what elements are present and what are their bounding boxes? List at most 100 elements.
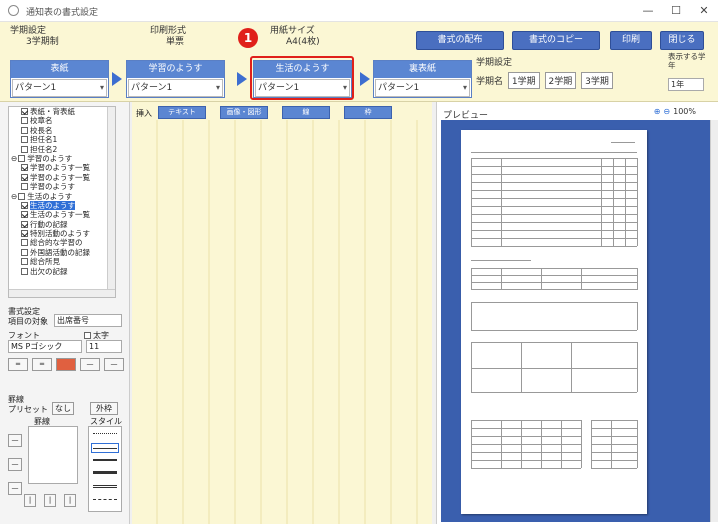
tree-item[interactable]: 出欠の記録 [9,267,115,276]
tree-item[interactable]: 校長名 [9,126,115,135]
tree-item-label: 校長名 [30,125,53,135]
tree-checkbox[interactable] [21,145,28,153]
display-grade-select[interactable]: 1年 [668,78,704,91]
line-style-dotted[interactable] [93,433,117,434]
insert-frame-button[interactable]: 枠 [344,106,392,119]
insert-image-button[interactable]: 画像・図形 [220,106,268,119]
distribute-format-button[interactable]: 書式の配布 [416,31,504,50]
border-middle-icon[interactable]: — [8,458,22,471]
print-button[interactable]: 印刷 [610,31,652,50]
print-format-label: 印刷形式 [150,26,187,36]
tree-checkbox[interactable] [21,126,28,134]
tree-vertical-scrollbar[interactable] [107,107,115,297]
preset-none-button[interactable]: なし [52,402,74,415]
preview-scrollbar[interactable] [710,120,718,522]
tree-item[interactable]: 行動の記録 [9,220,115,229]
tree-item[interactable]: ⊖ 学習のようす [9,154,115,163]
tree-horizontal-scrollbar[interactable] [9,289,115,297]
align-right-icon[interactable]: — [80,358,100,371]
collapse-icon[interactable]: ⊖ [11,192,17,201]
preset-outer-button[interactable]: 外枠 [90,402,118,415]
grade-2-field[interactable]: 2学期 [544,72,577,89]
preview-rule [471,289,637,290]
tree-item[interactable]: ⊖ 生活のようす [9,192,115,201]
zoom-value[interactable]: 100% [673,107,696,116]
border-left-icon[interactable]: | [24,494,36,507]
tree-checkbox[interactable] [18,192,26,200]
tree-item-label: 学習のようす [27,153,73,163]
indent-icon[interactable]: — [104,358,124,371]
preview-rule [625,158,626,246]
align-left-icon[interactable]: ═ [8,358,28,371]
grade-3-field[interactable]: 3学期 [581,72,613,89]
grade-1-field[interactable]: 1学期 [507,72,540,89]
border-center-icon[interactable]: | [44,494,56,507]
tree-item[interactable]: 担任名1 [9,135,115,144]
line-style-medium[interactable] [93,459,117,461]
line-style-thick[interactable] [93,471,117,474]
layout-grid[interactable] [132,120,432,524]
copy-format-button[interactable]: 書式のコピー [512,31,600,50]
tree-item[interactable]: 表紙・背表紙 [9,107,115,116]
line-style-dashed[interactable] [93,499,117,500]
tree-item[interactable]: 校章名 [9,116,115,125]
preview-canvas[interactable] [441,120,711,522]
align-center-icon[interactable]: ═ [32,358,52,371]
preview-rule [471,260,531,261]
tree-checkbox[interactable] [21,258,28,266]
border-top-icon[interactable]: — [8,434,22,447]
tree-item[interactable]: 外国語活動の記録 [9,248,115,257]
tree-checkbox[interactable] [21,220,28,228]
font-size-select[interactable]: 11 [86,340,122,353]
tree-item[interactable]: 学習のようす一覧 [9,163,115,172]
tree-checkbox[interactable] [21,173,28,181]
preview-rule [471,342,472,392]
close-button[interactable]: 閉じる [660,31,704,50]
tree-checkbox[interactable] [18,154,26,162]
tree-item[interactable]: 学習のようす [9,182,115,191]
line-style-list[interactable] [88,426,122,512]
tree-checkbox[interactable] [21,267,28,275]
step-cover-select[interactable]: パターン1 ▾ [12,79,107,97]
tree-checkbox[interactable] [21,239,28,247]
tree-checkbox[interactable] [21,183,28,191]
insert-line-button[interactable]: 線 [282,106,330,119]
step-learning-select[interactable]: パターン1 ▾ [128,79,223,97]
border-right-icon[interactable]: | [64,494,76,507]
grade-name-row: 学期名 1学期 2学期 3学期 [476,72,613,89]
tree-item[interactable]: 総合所見 [9,257,115,266]
zoom-out-icon[interactable]: ⊖ [663,107,670,116]
tree-checkbox[interactable] [21,248,28,256]
tree-checkbox[interactable] [21,201,28,209]
zoom-in-icon[interactable]: ⊕ [654,107,661,116]
tree-checkbox[interactable] [21,108,28,115]
step-back-cover[interactable]: 裏表紙 パターン1 ▾ [373,60,472,98]
font-select[interactable]: MS Pゴシック [8,340,82,353]
color-icon[interactable] [56,358,76,371]
close-window-button[interactable]: ✕ [692,3,716,19]
tree-item[interactable]: 担任名2 [9,145,115,154]
tree-item[interactable]: 総合的な学習の [9,238,115,247]
tree-item[interactable]: 学習のようす一覧 [9,173,115,182]
layout-workarea[interactable]: 挿入 テキスト 画像・図形 線 枠 [132,102,432,524]
step-cover[interactable]: 表紙 パターン1 ▾ [10,60,109,98]
tree-checkbox[interactable] [21,164,28,172]
bold-label: 太字 [93,331,109,340]
insert-text-button[interactable]: テキスト [158,106,206,119]
gakki-label: 学期設定 [10,26,47,36]
line-style-double[interactable] [93,485,117,488]
tree-checkbox[interactable] [21,211,28,219]
tree-checkbox[interactable] [21,230,28,238]
step-back-cover-select[interactable]: パターン1 ▾ [375,79,470,97]
border-bottom-icon[interactable]: — [8,482,22,495]
tree-checkbox[interactable] [21,117,28,125]
step-learning[interactable]: 学習のようす パターン1 ▾ [126,60,225,98]
item-tree[interactable]: 表紙・背表紙 校章名 校長名 担任名1 担任名2 ⊖ 学習のようす 学習のようす一覧 学習のよう… [8,106,116,298]
tree-item[interactable]: 生活のようす一覧 [9,210,115,219]
maximize-button[interactable]: ☐ [664,3,688,19]
minimize-button[interactable]: — [636,3,660,19]
collapse-icon[interactable]: ⊖ [11,154,17,163]
tree-checkbox[interactable] [21,136,28,144]
tree-item[interactable]: 生活のようす [9,200,115,210]
format-target-select[interactable]: 出席番号 [54,314,122,327]
